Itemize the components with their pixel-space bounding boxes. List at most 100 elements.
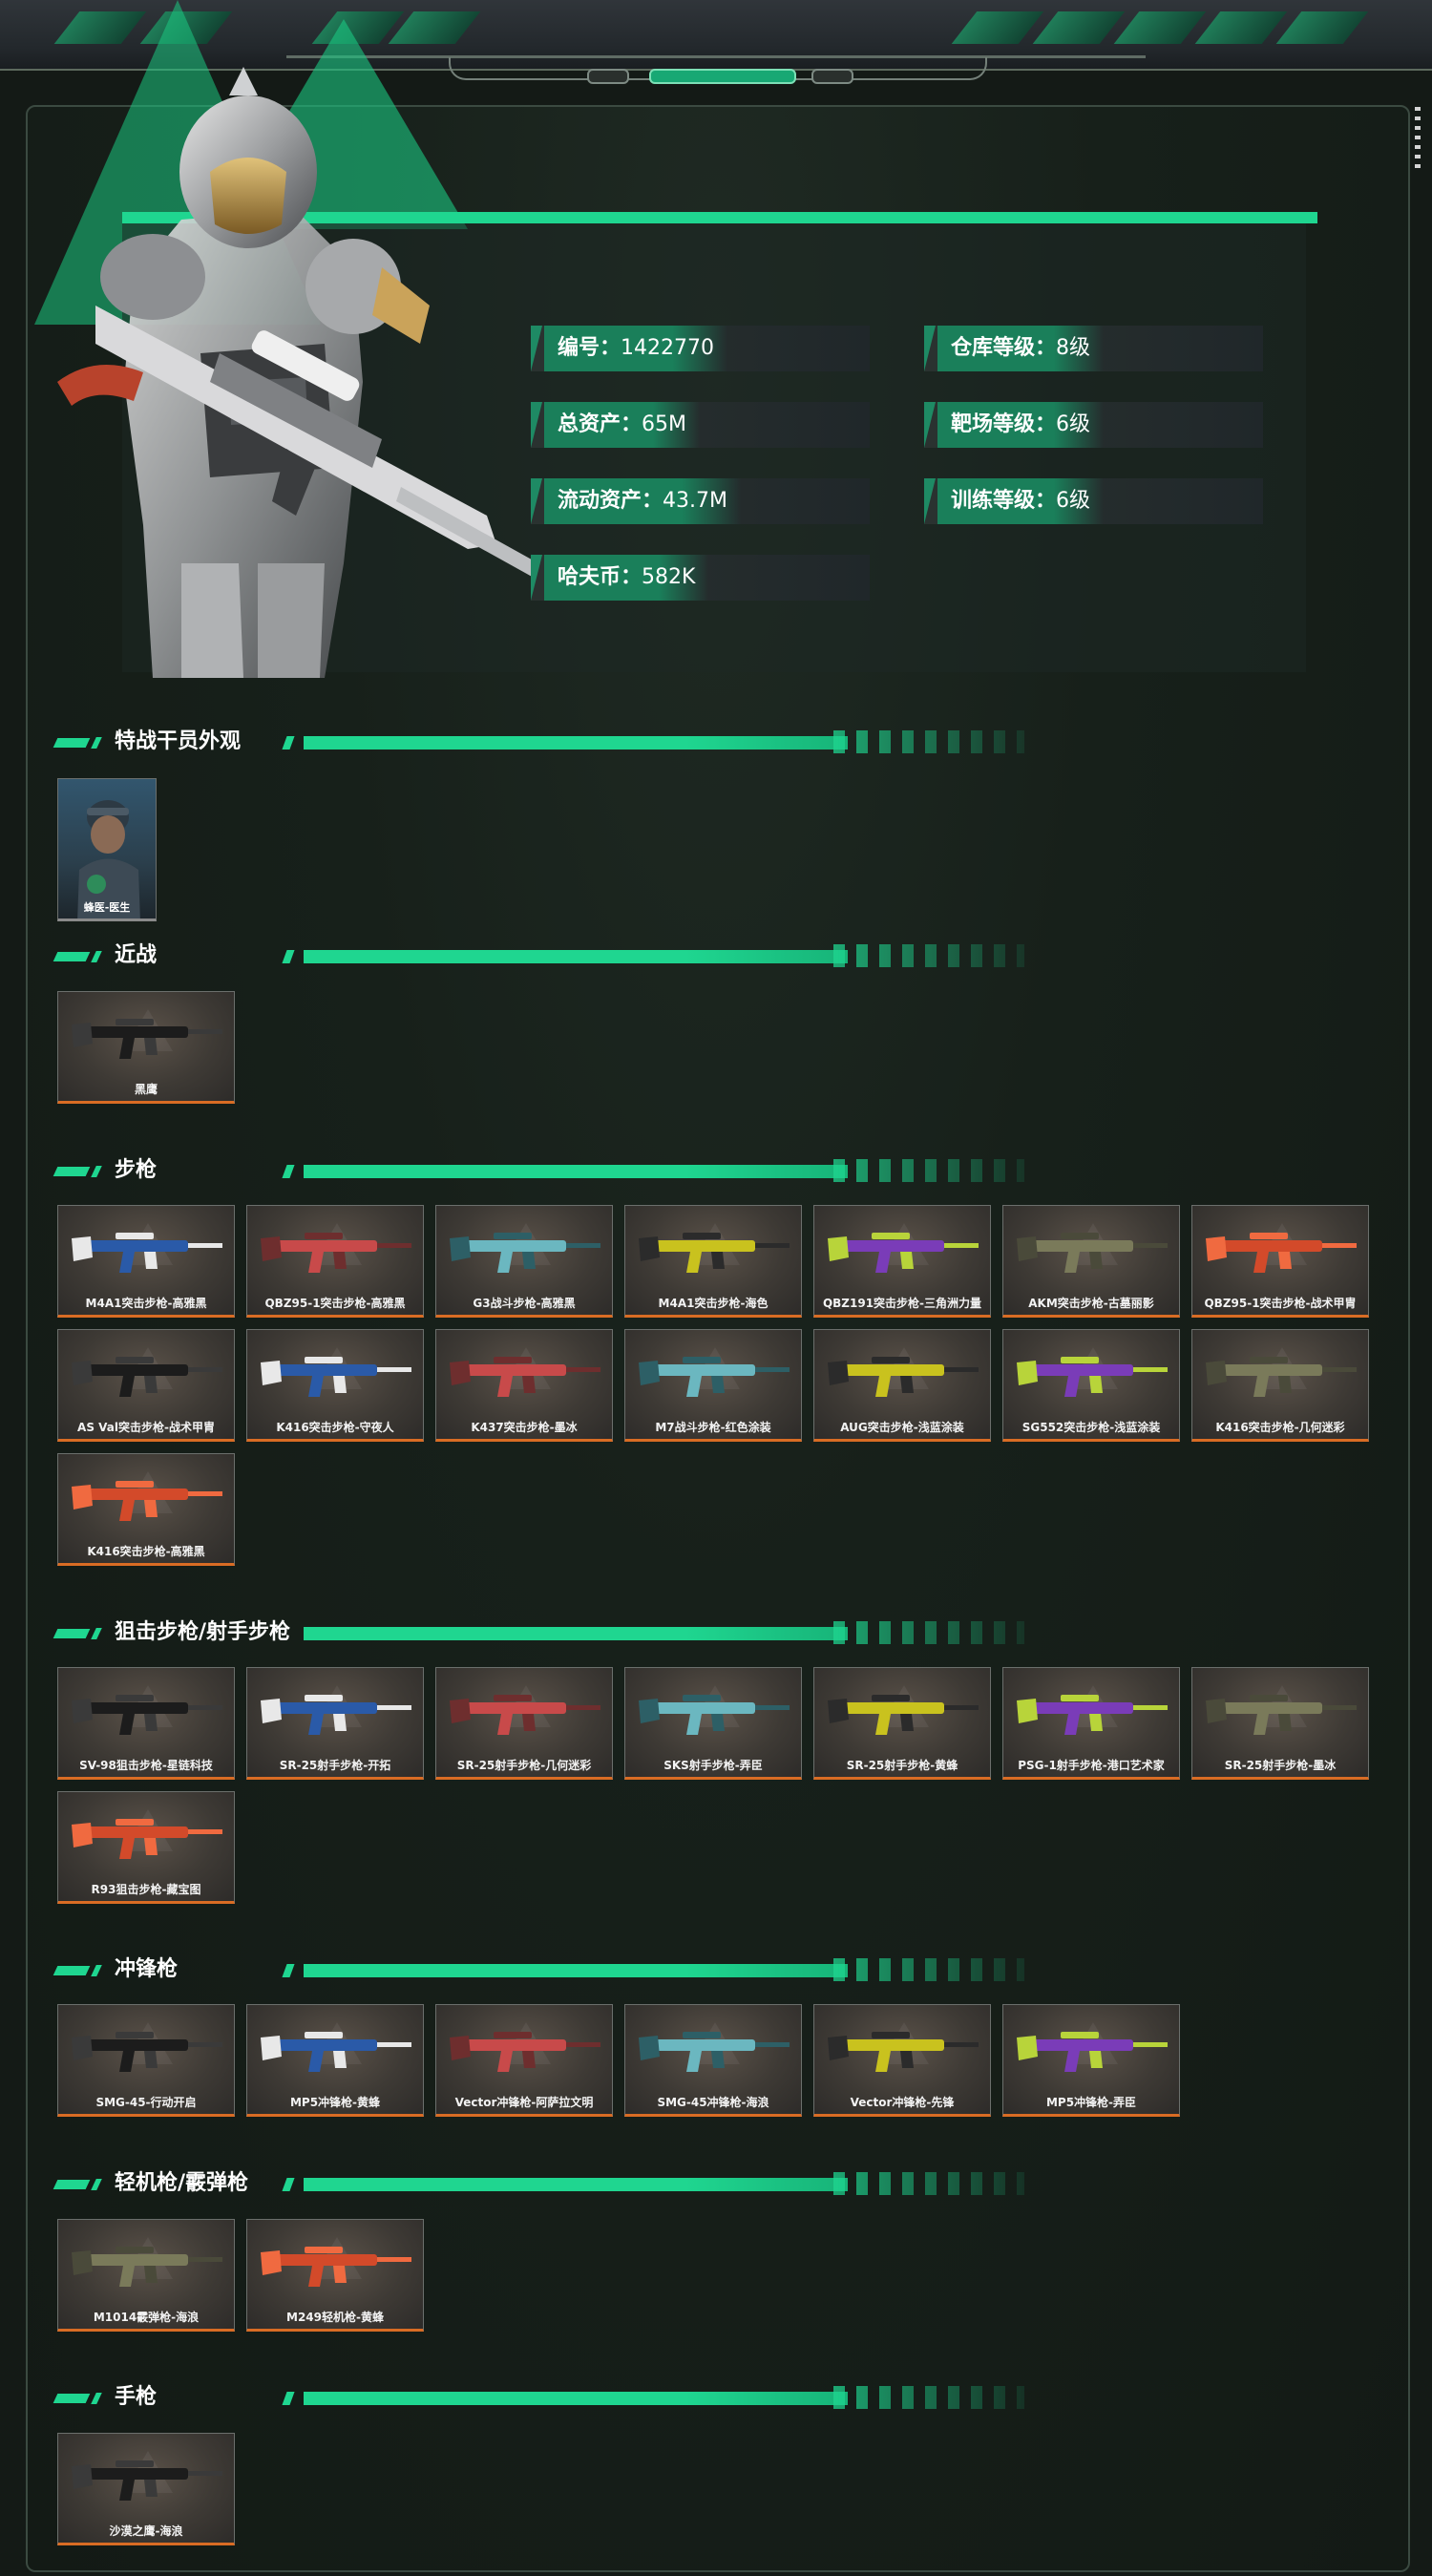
banner-pill [811, 69, 853, 84]
weapon-image [72, 2247, 222, 2287]
section-checker-decoration [833, 944, 1024, 967]
banner-stripe [951, 11, 1044, 44]
weapon-card[interactable]: K437突击步枪-墨冰 [435, 1329, 613, 1442]
weapon-card[interactable]: AUG突击步枪-浅蓝涂装 [813, 1329, 991, 1442]
weapon-card[interactable]: R93狙击步枪-藏宝图 [57, 1791, 235, 1904]
weapon-card-label: M7战斗步枪-红色涂装 [655, 1421, 771, 1434]
weapon-card-label: 沙漠之鹰-海浪 [109, 2524, 183, 2538]
weapon-image [72, 1233, 222, 1273]
weapon-image [639, 1695, 790, 1735]
weapon-card[interactable]: SR-25射手步枪-墨冰 [1191, 1667, 1369, 1780]
banner-stripe [1032, 11, 1126, 44]
weapon-card[interactable]: M249轻机枪-黄蜂 [246, 2219, 424, 2332]
operator-skin-label: 蜂医-医生 [83, 901, 131, 914]
weapon-card[interactable]: SKS射手步枪-弄臣 [624, 1667, 802, 1780]
banner-pill [587, 69, 629, 84]
stat-value: 43.7M [663, 489, 727, 513]
weapon-card[interactable]: SV-98狙击步枪-星链科技 [57, 1667, 235, 1780]
weapon-card[interactable]: SMG-45冲锋枪-海浪 [624, 2004, 802, 2117]
weapon-card-label: AKM突击步枪-古墓丽影 [1028, 1297, 1154, 1310]
stat-training-level: 训练等级：6级 [924, 478, 1263, 524]
weapon-card[interactable]: SG552突击步枪-浅蓝涂装 [1002, 1329, 1180, 1442]
weapon-card[interactable]: K416突击步枪-高雅黑 [57, 1453, 235, 1566]
weapon-card[interactable]: QBZ95-1突击步枪-战术甲胄 [1191, 1205, 1369, 1318]
weapon-card-label: K416突击步枪-高雅黑 [87, 1545, 205, 1558]
weapon-image [72, 1819, 222, 1859]
weapon-card-label: SR-25射手步枪-开拓 [279, 1759, 391, 1772]
weapon-card[interactable]: G3战斗步枪-高雅黑 [435, 1205, 613, 1318]
section-divider-bar [304, 1627, 848, 1640]
weapon-card[interactable]: QBZ95-1突击步枪-高雅黑 [246, 1205, 424, 1318]
weapon-image [72, 2460, 222, 2501]
weapon-card[interactable]: MP5冲锋枪-黄蜂 [246, 2004, 424, 2117]
weapon-card-label: SR-25射手步枪-黄蜂 [846, 1759, 958, 1772]
weapon-card[interactable]: M7战斗步枪-红色涂装 [624, 1329, 802, 1442]
weapon-card[interactable]: K416突击步枪-守夜人 [246, 1329, 424, 1442]
section-marker-icon [91, 951, 102, 962]
weapon-card[interactable]: M4A1突击步枪-海色 [624, 1205, 802, 1318]
weapon-card[interactable]: 沙漠之鹰-海浪 [57, 2433, 235, 2545]
section-marker-icon [91, 737, 102, 749]
weapon-image [828, 1695, 979, 1735]
weapon-card-label: Vector冲锋枪-先锋 [850, 2096, 955, 2109]
stat-value: 6级 [1056, 412, 1091, 436]
weapon-image [72, 1019, 222, 1059]
section-divider-bar [304, 950, 848, 963]
stat-value: 1422770 [621, 336, 714, 360]
weapon-card[interactable]: M4A1突击步枪-高雅黑 [57, 1205, 235, 1318]
weapon-card[interactable]: M1014霰弹枪-海浪 [57, 2219, 235, 2332]
section-checker-decoration [833, 1621, 1024, 1644]
section-title: 步枪 [115, 1158, 158, 1182]
weapon-card[interactable]: AS Val突击步枪-战术甲胄 [57, 1329, 235, 1442]
stat-tab-marker [531, 326, 542, 371]
weapon-card-label: K416突击步枪-守夜人 [276, 1421, 394, 1434]
banner-stripe [1113, 11, 1207, 44]
section-marker-icon [53, 2180, 91, 2189]
stat-label: 流动资产： [558, 489, 663, 513]
section-marker-icon [53, 952, 91, 961]
weapon-card[interactable]: SMG-45-行动开启 [57, 2004, 235, 2117]
operator-skin-card[interactable]: 蜂医-医生 [57, 778, 157, 921]
section-marker-icon [53, 1966, 91, 1975]
weapon-image [828, 1233, 979, 1273]
weapon-card-label: G3战斗步枪-高雅黑 [473, 1297, 576, 1310]
weapon-card[interactable]: AKM突击步枪-古墓丽影 [1002, 1205, 1180, 1318]
section-divider [282, 1165, 295, 1178]
weapon-image [639, 2032, 790, 2072]
weapon-image [1017, 1233, 1168, 1273]
section-marker-icon [53, 1629, 91, 1638]
section-divider [282, 736, 295, 750]
stat-tab-marker [924, 326, 936, 371]
weapon-image [261, 1695, 411, 1735]
section-marker-icon [53, 2394, 91, 2403]
weapon-card[interactable]: PSG-1射手步枪-港口艺术家 [1002, 1667, 1180, 1780]
section-title: 手枪 [115, 2385, 158, 2409]
section-divider [282, 2178, 295, 2191]
section-header-smg: 冲锋枪 [53, 1951, 1024, 1989]
stat-label: 靶场等级： [951, 412, 1057, 436]
weapon-card[interactable]: Vector冲锋枪-先锋 [813, 2004, 991, 2117]
section-divider-bar [304, 2178, 848, 2191]
weapon-image [450, 1233, 600, 1273]
section-marker-icon [91, 1965, 102, 1976]
weapon-card[interactable]: K416突击步枪-几何迷彩 [1191, 1329, 1369, 1442]
weapon-card[interactable]: SR-25射手步枪-开拓 [246, 1667, 424, 1780]
scrollbar-dots[interactable] [1415, 107, 1421, 174]
banner-stripe [1275, 11, 1369, 44]
banner-pill-active [649, 69, 796, 84]
weapon-card[interactable]: MP5冲锋枪-弄臣 [1002, 2004, 1180, 2117]
stat-label: 训练等级： [951, 489, 1057, 513]
weapon-image [1206, 1233, 1357, 1273]
weapon-card[interactable]: 黑鹰 [57, 991, 235, 1104]
section-header-operator: 特战干员外观 [53, 723, 1024, 761]
weapon-image [828, 2032, 979, 2072]
weapon-card[interactable]: Vector冲锋枪-阿萨拉文明 [435, 2004, 613, 2117]
weapon-card-label: M249轻机枪-黄蜂 [286, 2311, 384, 2324]
weapon-card-label: MP5冲锋枪-弄臣 [1045, 2096, 1137, 2109]
weapon-card[interactable]: SR-25射手步枪-几何迷彩 [435, 1667, 613, 1780]
weapon-card[interactable]: SR-25射手步枪-黄蜂 [813, 1667, 991, 1780]
weapon-card-label: SKS射手步枪-弄臣 [663, 1759, 763, 1772]
section-header-rifle: 步枪 [53, 1151, 1024, 1190]
weapon-card[interactable]: QBZ191突击步枪-三角洲力量 [813, 1205, 991, 1318]
weapon-card-label: SR-25射手步枪-几何迷彩 [456, 1759, 592, 1772]
